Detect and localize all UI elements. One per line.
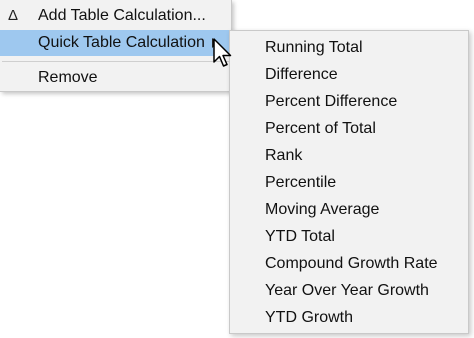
submenu-item-label: Year Over Year Growth bbox=[265, 282, 429, 299]
menu-item-add-table-calculation[interactable]: Δ Add Table Calculation... bbox=[0, 3, 231, 29]
submenu-item-ytd-growth[interactable]: YTD Growth bbox=[230, 304, 468, 331]
submenu-item-rank[interactable]: Rank bbox=[230, 142, 468, 169]
submenu-item-year-over-year-growth[interactable]: Year Over Year Growth bbox=[230, 277, 468, 304]
quick-table-calculation-submenu: Running Total Difference Percent Differe… bbox=[229, 30, 469, 334]
submenu-item-percentile[interactable]: Percentile bbox=[230, 169, 468, 196]
submenu-item-difference[interactable]: Difference bbox=[230, 61, 468, 88]
menu-item-remove[interactable]: Remove bbox=[0, 65, 231, 91]
submenu-item-compound-growth-rate[interactable]: Compound Growth Rate bbox=[230, 250, 468, 277]
submenu-item-label: Rank bbox=[265, 147, 303, 164]
context-menu: Δ Add Table Calculation... Quick Table C… bbox=[0, 0, 232, 92]
submenu-item-percent-difference[interactable]: Percent Difference bbox=[230, 88, 468, 115]
screenshot-stage: Δ Add Table Calculation... Quick Table C… bbox=[0, 0, 474, 338]
menu-separator bbox=[2, 61, 229, 62]
submenu-item-ytd-total[interactable]: YTD Total bbox=[230, 223, 468, 250]
submenu-item-label: Percent of Total bbox=[265, 120, 376, 137]
menu-item-label: Add Table Calculation... bbox=[38, 7, 206, 24]
menu-item-label: Remove bbox=[38, 69, 98, 86]
submenu-item-label: YTD Total bbox=[265, 228, 335, 245]
submenu-item-label: Difference bbox=[265, 66, 338, 83]
mouse-cursor-icon bbox=[213, 38, 232, 67]
submenu-item-percent-of-total[interactable]: Percent of Total bbox=[230, 115, 468, 142]
delta-icon: Δ bbox=[8, 7, 19, 24]
menu-item-label: Quick Table Calculation bbox=[38, 34, 205, 51]
submenu-item-label: Percent Difference bbox=[265, 93, 398, 110]
submenu-item-running-total[interactable]: Running Total bbox=[230, 34, 468, 61]
submenu-item-label: Percentile bbox=[265, 174, 337, 191]
submenu-item-label: YTD Growth bbox=[265, 309, 354, 326]
submenu-item-moving-average[interactable]: Moving Average bbox=[230, 196, 468, 223]
submenu-item-label: Moving Average bbox=[265, 201, 380, 218]
menu-item-quick-table-calculation[interactable]: Quick Table Calculation bbox=[0, 30, 231, 56]
submenu-item-label: Compound Growth Rate bbox=[265, 255, 438, 272]
submenu-item-label: Running Total bbox=[265, 39, 363, 56]
